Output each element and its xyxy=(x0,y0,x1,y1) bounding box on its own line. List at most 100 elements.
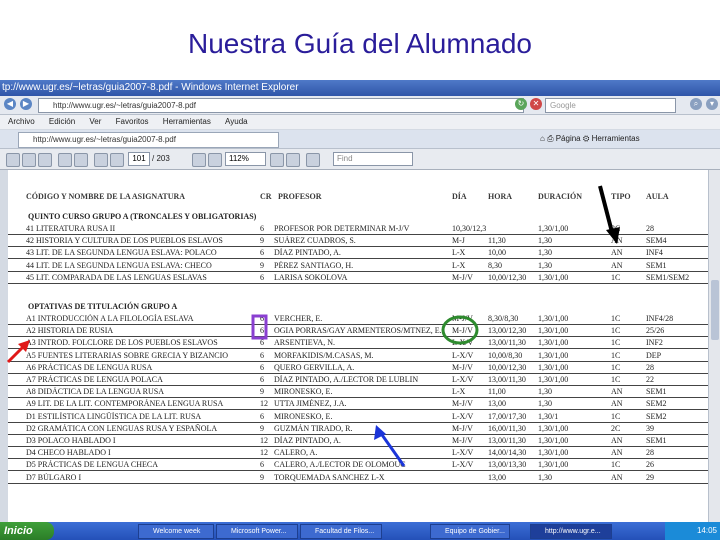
table-cell: 6 xyxy=(260,272,264,282)
task-ie[interactable]: http://www.ugr.e... xyxy=(530,524,612,539)
hand-tool-icon[interactable] xyxy=(94,153,108,167)
menu-item-archivo[interactable]: Archivo xyxy=(8,117,35,126)
table-cell: SEM1/SEM2 xyxy=(646,272,690,282)
print-icon[interactable]: ⎙ xyxy=(547,134,553,143)
scroll-thumb[interactable] xyxy=(711,280,719,340)
table-cell: 10,30/12,30 xyxy=(452,224,486,233)
print-icon[interactable] xyxy=(22,153,36,167)
table-cell: L-X xyxy=(452,248,466,258)
table-cell: 25/26 xyxy=(646,326,665,336)
menu-item-edicion[interactable]: Edición xyxy=(49,117,75,126)
table-cell: 13,00 xyxy=(488,472,506,482)
zoom-select[interactable]: 112% xyxy=(225,152,266,166)
refresh-icon[interactable]: ↻ xyxy=(515,98,527,110)
table-cell: 1,30/1,00 xyxy=(538,436,569,445)
table-row: A7 PRÁCTICAS DE LENGUA POLACA 6 DÍAZ PINTA… xyxy=(8,374,708,386)
taskbar: Inicio Welcome week Microsoft Power... F… xyxy=(0,522,720,540)
gear-icon[interactable]: ⚙ xyxy=(583,134,589,143)
table-cell: 6 xyxy=(260,338,264,348)
email-icon[interactable] xyxy=(38,153,52,167)
back-arrow-icon[interactable]: ◀ xyxy=(4,98,16,110)
search-input[interactable]: Google xyxy=(545,98,676,113)
save-icon[interactable] xyxy=(6,153,20,167)
table-cell: L-X/V xyxy=(452,338,474,348)
table-cell: 28 xyxy=(646,224,654,233)
zoom-in-icon[interactable] xyxy=(208,153,222,167)
header-cr: CR xyxy=(260,192,272,201)
task-equipo-gobierno[interactable]: Equipo de Gobier... xyxy=(430,524,510,539)
table-cell: 16,00/11,30 xyxy=(488,423,526,433)
table-cell: 6 xyxy=(260,224,264,233)
page-count: / 203 xyxy=(152,154,170,163)
rotate-icon[interactable] xyxy=(306,153,320,167)
menu-item-ayuda[interactable]: Ayuda xyxy=(225,117,248,126)
table-cell: 1,30/1,00 xyxy=(538,448,569,458)
task-powerpoint[interactable]: Microsoft Power... xyxy=(216,524,298,539)
table-cell: DÍAZ PINTADO, A. xyxy=(274,248,341,258)
table-cell: SEM4 xyxy=(646,236,667,246)
zoom-out-icon[interactable] xyxy=(192,153,206,167)
page-menu[interactable]: Página xyxy=(556,134,581,143)
table-cell: 1,30/1,00 xyxy=(538,423,569,433)
table-cell: 1,30 xyxy=(538,236,552,246)
table-cell: PÉREZ SANTIAGO, H. xyxy=(274,260,354,270)
stop-icon[interactable]: ✕ xyxy=(530,98,542,110)
table-row: A5 FUENTES LITERARIAS SOBRE GRECIA Y BIZ… xyxy=(8,350,708,362)
search-icon[interactable]: ⌕ xyxy=(690,98,702,110)
table-cell: LARISA SOKOLOVA xyxy=(274,272,348,282)
table-cell: 1,30/1,00 xyxy=(538,272,569,282)
start-button[interactable]: Inicio xyxy=(0,522,54,540)
table-cell: 9 xyxy=(260,387,264,397)
task-welcome-week[interactable]: Welcome week xyxy=(138,524,214,539)
menu-item-favoritos[interactable]: Favoritos xyxy=(116,117,149,126)
table-cell: M-J xyxy=(452,236,465,246)
home-icon[interactable]: ⌂ xyxy=(540,134,545,143)
table-cell: 1,30 xyxy=(538,387,552,397)
menu-item-ver[interactable]: Ver xyxy=(89,117,101,126)
table-cell: 44 LIT. DE LA SEGUNDA LENGUA ESLAVA: CHE… xyxy=(26,260,212,270)
table-cell: AN xyxy=(611,436,623,445)
header-profesor: PROFESOR xyxy=(278,192,322,201)
previous-page-icon[interactable] xyxy=(58,153,72,167)
table-cell: DÍAZ PINTADO, A./LECTOR DE LUBLIN xyxy=(274,375,419,384)
table-cell: 1,30/1,00 xyxy=(538,460,569,470)
menu-item-herramientas[interactable]: Herramientas xyxy=(163,117,211,126)
table-cell: 1,30/1 xyxy=(538,411,559,421)
table-cell: 1,30 xyxy=(538,248,552,258)
header-code: CÓDIGO Y NOMBRE DE LA ASIGNATURA xyxy=(26,192,186,201)
table-cell: AN xyxy=(611,248,623,258)
table-cell: 6 xyxy=(260,314,264,323)
table-row: A8 DIDÁCTICA DE LA LENGUA RUSA 9 MIRONESKO… xyxy=(8,386,708,399)
scrollbar[interactable] xyxy=(708,170,720,522)
table-cell: D2 GRAMÁTICA CON LENGUAS RUSA Y ESPAÑOLA xyxy=(26,423,218,433)
page-number-input[interactable]: 101 xyxy=(128,152,150,166)
table-cell: 2C xyxy=(611,224,621,233)
table-cell: 6 xyxy=(260,248,264,258)
table-cell: SEM2 xyxy=(646,399,667,409)
table-cell: 28 xyxy=(646,448,654,458)
table-cell: 45 LIT. COMPARADA DE LAS LENGUAS ESLAVAS xyxy=(26,272,207,282)
tab-pdf[interactable]: http://www.ugr.es/~letras/guia2007-8.pdf xyxy=(18,132,279,148)
fit-page-icon[interactable] xyxy=(270,153,284,167)
table-cell: 41 LITERATURA RUSA II xyxy=(26,224,116,233)
table-cell: 1C xyxy=(611,460,621,470)
chevron-down-icon[interactable]: ▾ xyxy=(706,98,718,110)
forward-arrow-icon[interactable]: ▶ xyxy=(20,98,32,110)
table-cell: A9 LIT. DE LA LIT. CONTEMPORÁNEA LENGUA … xyxy=(26,399,224,409)
fit-width-icon[interactable] xyxy=(286,153,300,167)
table-cell: D3 POLACO HABLADO I xyxy=(26,436,116,445)
task-facultad[interactable]: Facultad de Filos... xyxy=(300,524,382,539)
table-cell: 9 xyxy=(260,236,264,246)
table-cell: 22 xyxy=(646,375,654,384)
table-cell: 1,30/1,00 xyxy=(538,338,569,348)
table-cell: 1,30 xyxy=(538,399,552,409)
table-cell: AN xyxy=(611,448,623,458)
find-input[interactable]: Find xyxy=(333,152,413,166)
table-cell: A2 HISTORIA DE RUSIA xyxy=(26,326,114,336)
select-tool-icon[interactable] xyxy=(110,153,124,167)
next-page-icon[interactable] xyxy=(74,153,88,167)
url-input[interactable]: http://www.ugr.es/~letras/guia2007-8.pdf xyxy=(38,98,524,113)
tools-menu[interactable]: Herramientas xyxy=(592,134,640,143)
table-cell: D4 CHECO HABLADO I xyxy=(26,448,111,458)
header-tipo: TIPO xyxy=(611,192,631,201)
